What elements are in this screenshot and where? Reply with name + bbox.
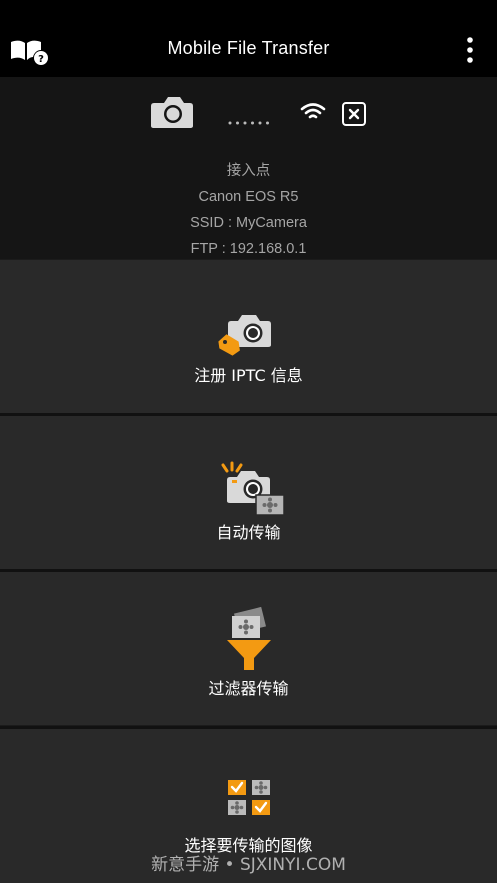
menu-item-label: 注册 IPTC 信息 <box>194 366 303 385</box>
watermark: 新意手游 • SJXINYI.COM <box>151 855 346 875</box>
access-point-label: 接入点 <box>226 163 271 179</box>
register-iptc-button[interactable]: 注册 IPTC 信息 <box>0 260 497 413</box>
connection-panel: 接入点 Canon EOS R5 SSID : MyCamera FTP : 1… <box>0 77 497 259</box>
select-images-icon <box>228 780 270 815</box>
camera-icon <box>150 95 194 133</box>
ftp-text: FTP : 192.168.0.1 <box>190 241 307 257</box>
auto-transfer-button[interactable]: 自动传输 <box>0 416 497 569</box>
more-vertical-icon[interactable] <box>462 36 478 66</box>
camera-model: Canon EOS R5 <box>198 189 299 205</box>
app-title: Mobile File Transfer <box>167 38 330 58</box>
menu-item-label: 自动传输 <box>216 523 281 542</box>
filter-transfer-icon <box>227 606 271 670</box>
filter-transfer-button[interactable]: 过滤器传输 <box>0 572 497 725</box>
wifi-icon <box>300 101 326 127</box>
close-icon[interactable] <box>342 102 366 126</box>
ssid-text: SSID : MyCamera <box>190 215 307 231</box>
top-bar: ? Mobile File Transfer <box>0 0 497 77</box>
menu-item-label: 过滤器传输 <box>208 679 289 698</box>
camera-tag-icon <box>218 315 271 356</box>
auto-transfer-icon <box>221 461 285 516</box>
dotted-link-icon <box>228 111 270 130</box>
